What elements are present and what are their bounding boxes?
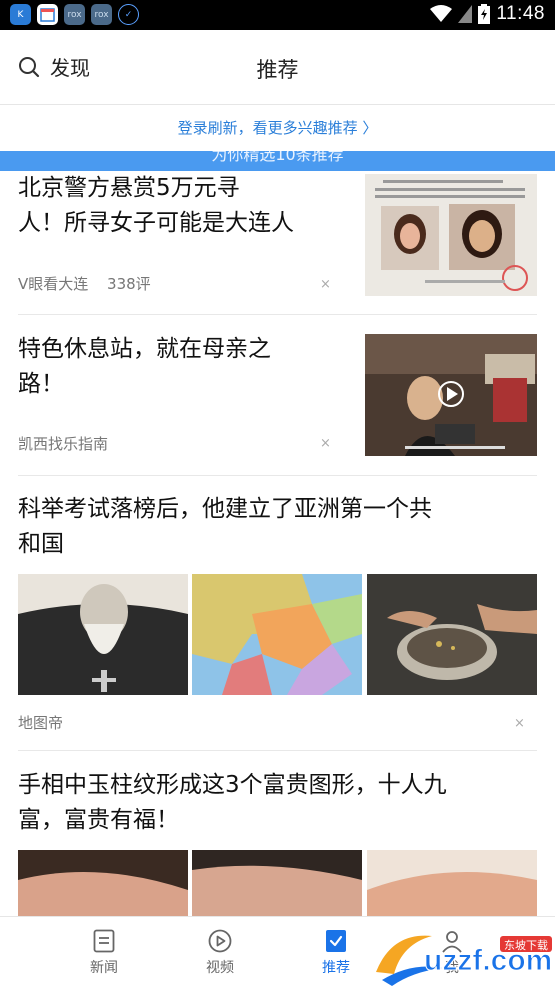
article-meta: 地图帝 [18, 712, 63, 733]
top-header: 发现 推荐 [0, 30, 555, 105]
article-title-line: 手相中玉柱纹形成这3个富贵图形，十人九 [18, 772, 447, 798]
divider [18, 475, 537, 476]
video-thumbnail [365, 334, 537, 456]
wifi-icon [430, 5, 453, 22]
watermark-logo: uzzf.com 东坡下载 [372, 922, 555, 988]
app-k-icon: K [10, 4, 31, 25]
article-title-line: 科举考试落榜后，他建立了亚洲第一个共 [18, 496, 432, 522]
refresh-notice: 为你精选10条推荐 [0, 151, 555, 171]
article-title-line: 北京警方悬赏5万元寻 [18, 175, 240, 201]
article-image [18, 574, 188, 695]
article-title-line: 富，富贵有福！ [18, 807, 179, 833]
clock: 11:48 [496, 3, 545, 24]
article-source: 凯西找乐指南 [18, 435, 109, 453]
article-meta: V眼看大连 338评 [18, 273, 151, 294]
tab-recommend[interactable]: 推荐 [306, 929, 366, 977]
article-title-line: 特色休息站，就在母亲之 [18, 336, 271, 362]
divider [18, 314, 537, 315]
dismiss-button[interactable]: × [320, 277, 331, 292]
video-icon [208, 929, 232, 953]
article-title: 手相中玉柱纹形成这3个富贵图形，十人九 富，富贵有福！ [18, 768, 538, 838]
login-refresh-link[interactable]: 登录刷新，看更多兴趣推荐 〉 [0, 105, 555, 151]
article-card[interactable]: 科举考试落榜后，他建立了亚洲第一个共 和国 地图帝 × [0, 492, 555, 752]
battery-icon [478, 4, 491, 24]
recommend-icon [326, 930, 346, 952]
status-bar: K rox rox ✓ 11:48 [0, 0, 555, 30]
svg-text:东坡下载: 东坡下载 [504, 939, 548, 952]
article-title-line: 路！ [18, 371, 64, 397]
article-image [367, 574, 537, 695]
tab-video[interactable]: 视频 [190, 929, 250, 977]
refresh-notice-text: 为你精选10条推荐 [211, 151, 344, 164]
app-calendar-icon [37, 4, 58, 25]
article-thumbnail [365, 174, 537, 296]
app-rox-icon: rox [64, 4, 85, 25]
article-image [192, 574, 362, 695]
article-title: 科举考试落榜后，他建立了亚洲第一个共 和国 [18, 492, 538, 562]
article-image [367, 850, 537, 916]
comment-count: 338评 [107, 275, 151, 293]
article-image [18, 850, 188, 916]
article-card[interactable]: 手相中玉柱纹形成这3个富贵图形，十人九 富，富贵有福！ [0, 768, 555, 916]
notification-icons: K rox rox ✓ [10, 4, 139, 25]
article-source: 地图帝 [18, 714, 64, 732]
article-title: 特色休息站，就在母亲之 路！ [18, 332, 348, 402]
dismiss-button[interactable]: × [320, 436, 331, 451]
article-title-line: 和国 [18, 531, 64, 557]
check-circle-icon: ✓ [118, 4, 139, 25]
signal-icon [458, 5, 473, 23]
article-title-line: 人！所寻女子可能是大连人 [18, 210, 294, 236]
article-title: 北京警方悬赏5万元寻 人！所寻女子可能是大连人 [18, 171, 348, 241]
tab-news-label: 新闻 [90, 960, 118, 976]
article-source: V眼看大连 [18, 275, 89, 293]
page-title: 推荐 [256, 58, 299, 82]
dismiss-button[interactable]: × [514, 716, 525, 731]
article-card[interactable]: 特色休息站，就在母亲之 路！ 凯西找乐指南 × [0, 330, 555, 476]
app-rox-icon-2: rox [91, 4, 112, 25]
tab-recommend-label: 推荐 [322, 960, 350, 976]
tab-video-label: 视频 [206, 960, 234, 976]
tab-news[interactable]: 新闻 [74, 929, 134, 977]
article-image [192, 850, 362, 916]
article-meta: 凯西找乐指南 [18, 433, 108, 454]
article-card[interactable]: 北京警方悬赏5万元寻 人！所寻女子可能是大连人 V眼看大连 338评 × [0, 171, 555, 315]
news-icon [93, 929, 115, 953]
divider [18, 750, 537, 751]
